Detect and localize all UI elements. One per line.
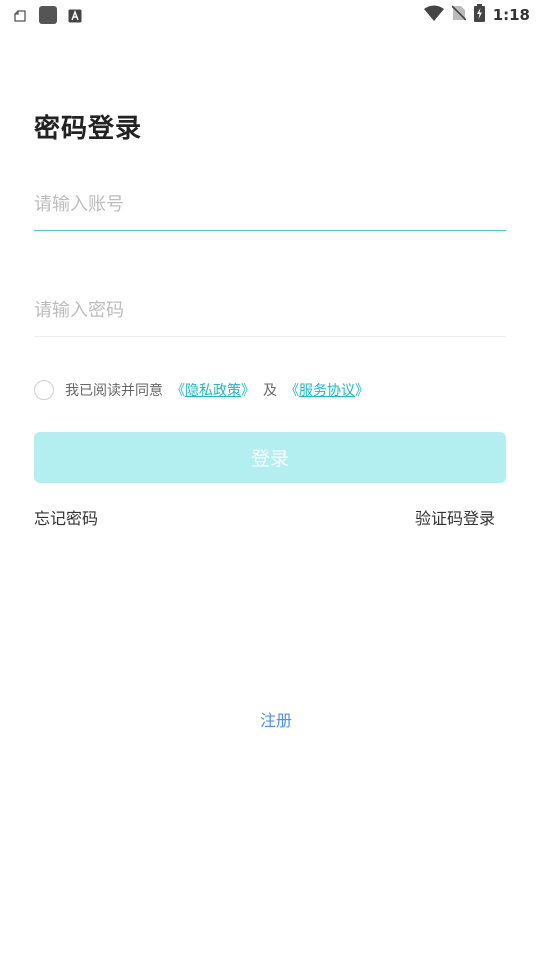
agreement-text: 我已阅读并同意 — [65, 383, 163, 399]
page-title: 密码登录 — [34, 114, 143, 144]
password-field — [34, 283, 506, 337]
no-sim-icon — [451, 5, 467, 25]
service-agreement-link[interactable]: 《服务协议》 — [285, 380, 369, 400]
status-bar-right: 1:18 — [423, 4, 530, 26]
service-open-bracket: 《 — [285, 383, 299, 399]
status-bar-left — [12, 5, 82, 29]
status-bar: 1:18 — [0, 0, 540, 28]
password-input[interactable] — [34, 283, 506, 337]
account-input[interactable] — [34, 177, 506, 231]
account-field — [34, 177, 506, 231]
login-button[interactable]: 登录 — [34, 432, 506, 483]
privacy-policy-link[interactable]: 《隐私政策》 — [171, 380, 255, 400]
login-screen: 1:18 密码登录 我已阅读并同意 《隐私政策》 及 《服务协议》 登录 忘记密… — [0, 0, 540, 960]
status-time: 1:18 — [492, 6, 530, 24]
wifi-icon — [423, 5, 444, 25]
code-login-link[interactable]: 验证码登录 — [415, 505, 495, 529]
agreement-row: 我已阅读并同意 《隐私政策》 及 《服务协议》 — [34, 378, 369, 402]
agreement-and: 及 — [263, 383, 277, 399]
register-link[interactable]: 注册 — [0, 707, 540, 731]
password-underline — [34, 336, 506, 337]
app-square-icon — [38, 5, 58, 29]
service-agreement-label: 服务协议 — [299, 383, 355, 399]
service-close-bracket: 》 — [355, 383, 369, 399]
privacy-policy-label: 隐私政策 — [185, 383, 241, 399]
cloud-outline-icon — [12, 8, 28, 27]
account-underline — [34, 230, 506, 231]
forgot-password-link[interactable]: 忘记密码 — [34, 505, 98, 529]
agreement-checkbox[interactable] — [34, 380, 54, 400]
privacy-open-bracket: 《 — [171, 383, 185, 399]
privacy-close-bracket: 》 — [241, 383, 255, 399]
a-badge-icon — [68, 8, 82, 27]
battery-charging-icon — [473, 4, 485, 26]
